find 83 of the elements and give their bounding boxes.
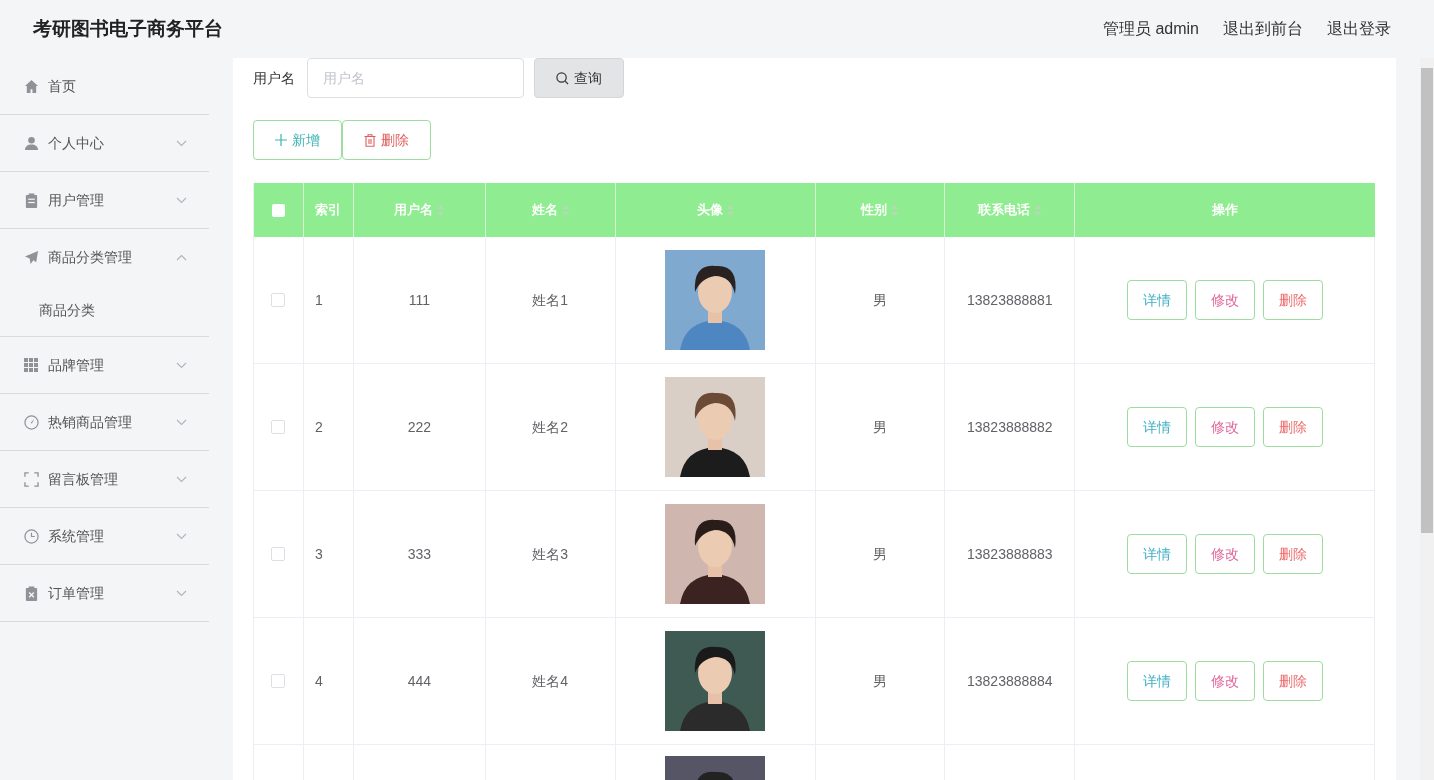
site-title: 考研图书电子商务平台 bbox=[33, 16, 223, 41]
compass-icon bbox=[24, 414, 39, 430]
phone-cell-text: 13823888881 bbox=[967, 290, 1053, 310]
chevron-icon bbox=[176, 418, 187, 426]
chevron-icon bbox=[176, 361, 187, 369]
edit-button[interactable]: 修改 bbox=[1194, 661, 1255, 701]
row-checkbox[interactable] bbox=[271, 293, 286, 307]
add-button[interactable]: 新增 bbox=[253, 120, 342, 160]
detail-button[interactable]: 详情 bbox=[1126, 407, 1187, 447]
sort-icon bbox=[1034, 204, 1042, 216]
scrollbar[interactable] bbox=[1420, 58, 1434, 780]
menu-item[interactable]: 品牌管理 bbox=[0, 337, 209, 393]
menu-item[interactable]: 系统管理 bbox=[0, 508, 209, 564]
gender-cell-text: 男 bbox=[872, 290, 887, 310]
menu-item[interactable]: 商品分类管理 bbox=[0, 229, 209, 285]
fullscreen-icon bbox=[24, 471, 39, 487]
edit-button[interactable]: 修改 bbox=[1194, 407, 1255, 447]
clipboard-x-icon bbox=[24, 585, 39, 601]
search-icon bbox=[556, 71, 569, 85]
index-cell-text: 4 bbox=[314, 671, 323, 691]
name-cell-text: 姓名1 bbox=[532, 290, 569, 310]
username-cell-text: 222 bbox=[407, 417, 432, 437]
row-checkbox[interactable] bbox=[271, 547, 286, 561]
name-cell-text: 姓名3 bbox=[532, 544, 569, 564]
menu-item[interactable]: 个人中心 bbox=[0, 115, 209, 171]
paper-plane-icon bbox=[24, 249, 39, 265]
detail-button[interactable]: 详情 bbox=[1126, 280, 1187, 320]
chevron-icon bbox=[176, 139, 187, 147]
delete-button[interactable]: 删除 bbox=[1262, 407, 1323, 447]
name-cell-text: 姓名2 bbox=[532, 417, 569, 437]
detail-button[interactable]: 详情 bbox=[1126, 534, 1187, 574]
select-all-checkbox[interactable] bbox=[271, 203, 285, 217]
delete-button[interactable]: 删除 bbox=[342, 120, 431, 160]
row-checkbox[interactable] bbox=[271, 674, 286, 688]
row-checkbox[interactable] bbox=[271, 420, 286, 434]
clock-icon bbox=[24, 528, 39, 544]
username-field[interactable]: 用户名 bbox=[307, 58, 524, 98]
index-cell-text: 1 bbox=[314, 290, 323, 310]
name-cell-text: 姓名4 bbox=[532, 671, 569, 691]
header-link[interactable]: 退出到前台 bbox=[1223, 17, 1303, 41]
sort-icon bbox=[561, 204, 569, 216]
username-cell-text: 111 bbox=[408, 290, 430, 310]
chevron-icon bbox=[176, 253, 187, 261]
chevron-icon bbox=[176, 589, 187, 597]
gender-cell-text: 男 bbox=[872, 544, 887, 564]
menu-item[interactable]: 热销商品管理 bbox=[0, 394, 209, 450]
menu-item[interactable]: 留言板管理 bbox=[0, 451, 209, 507]
submenu-item[interactable]: 商品分类 bbox=[0, 285, 209, 336]
sort-icon bbox=[891, 204, 899, 216]
phone-cell-text: 13823888884 bbox=[967, 671, 1053, 691]
phone-cell-text: 13823888883 bbox=[967, 544, 1053, 564]
delete-button[interactable]: 删除 bbox=[1262, 534, 1323, 574]
detail-button[interactable]: 详情 bbox=[1126, 661, 1187, 701]
search-button[interactable]: 查询 bbox=[534, 58, 624, 98]
username-cell-text: 333 bbox=[407, 544, 432, 564]
chevron-icon bbox=[176, 196, 187, 204]
sort-icon bbox=[726, 204, 734, 216]
user-icon bbox=[24, 135, 39, 151]
index-cell-text: 3 bbox=[314, 544, 323, 564]
header-link[interactable]: 退出登录 bbox=[1327, 17, 1391, 41]
edit-button[interactable]: 修改 bbox=[1194, 280, 1255, 320]
menu-item[interactable]: 首页 bbox=[0, 58, 209, 114]
home-icon bbox=[24, 78, 39, 94]
phone-cell-text: 13823888882 bbox=[967, 417, 1053, 437]
username-cell-text: 444 bbox=[407, 671, 432, 691]
chevron-icon bbox=[176, 475, 187, 483]
edit-button[interactable]: 修改 bbox=[1194, 534, 1255, 574]
plus-icon bbox=[275, 134, 287, 146]
index-cell-text: 2 bbox=[314, 417, 323, 437]
delete-button[interactable]: 删除 bbox=[1262, 280, 1323, 320]
header-link[interactable]: 管理员 admin bbox=[1102, 17, 1199, 41]
trash-icon bbox=[364, 133, 376, 147]
column-header: 操作 bbox=[1211, 201, 1240, 220]
gender-cell-text: 男 bbox=[872, 417, 887, 437]
search-label: 用户名 bbox=[253, 68, 295, 88]
chevron-icon bbox=[176, 532, 187, 540]
clipboard-icon bbox=[24, 192, 39, 208]
grid-icon bbox=[24, 357, 39, 373]
delete-button[interactable]: 删除 bbox=[1262, 661, 1323, 701]
menu-item[interactable]: 用户管理 bbox=[0, 172, 209, 228]
gender-cell-text: 男 bbox=[872, 671, 887, 691]
menu-item[interactable]: 订单管理 bbox=[0, 565, 209, 621]
sort-icon bbox=[437, 204, 445, 216]
